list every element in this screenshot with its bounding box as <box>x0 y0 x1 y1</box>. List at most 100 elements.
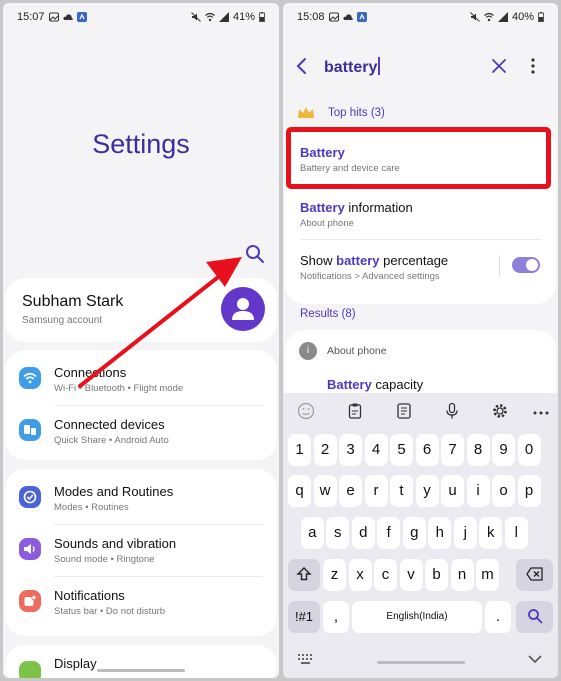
key-7[interactable]: 7 <box>441 434 464 466</box>
search-input[interactable]: battery <box>324 57 381 77</box>
gear-icon[interactable] <box>491 402 509 420</box>
status-time: 15:08 <box>297 11 325 23</box>
key-6[interactable]: 6 <box>415 434 439 466</box>
hit-battery-information[interactable]: Battery information About phone <box>285 186 556 238</box>
key-z[interactable]: z <box>323 559 346 591</box>
key-n[interactable]: n <box>450 559 474 591</box>
key-t[interactable]: t <box>390 475 413 507</box>
key-u[interactable]: u <box>441 475 464 507</box>
settings-item-display[interactable]: Display <box>5 645 277 678</box>
keyboard-hide-icon[interactable] <box>298 654 314 666</box>
key-w[interactable]: w <box>313 475 337 507</box>
microphone-icon[interactable] <box>443 402 461 420</box>
text-cursor <box>378 57 381 75</box>
close-icon[interactable] <box>491 58 507 74</box>
key-o[interactable]: o <box>492 475 515 507</box>
check-circle-icon <box>19 486 41 508</box>
battery-icon <box>538 12 544 22</box>
page-title: Settings <box>92 129 190 159</box>
item-subtitle: Quick Share • Android Auto <box>54 435 169 446</box>
key-9[interactable]: 9 <box>492 434 515 466</box>
period-key[interactable]: . <box>485 601 511 633</box>
signal-icon <box>218 12 229 22</box>
key-y[interactable]: y <box>415 475 439 507</box>
more-options-icon[interactable] <box>529 57 537 75</box>
key-3[interactable]: 3 <box>339 434 362 466</box>
key-j[interactable]: j <box>453 517 477 549</box>
settings-group-display: Display <box>5 645 277 678</box>
key-s[interactable]: s <box>326 517 350 549</box>
symbols-key[interactable]: !#1 <box>288 601 320 633</box>
key-1[interactable]: 1 <box>288 434 311 466</box>
gallery-icon <box>48 12 59 22</box>
key-4[interactable]: 4 <box>364 434 388 466</box>
chevron-down-icon[interactable] <box>528 654 542 664</box>
key-x[interactable]: x <box>348 559 372 591</box>
notes-icon[interactable] <box>395 402 413 420</box>
back-arrow-icon[interactable] <box>295 57 309 75</box>
item-title: Display <box>54 656 97 671</box>
settings-item-sounds-and-vibration[interactable]: Sounds and vibration Sound mode • Ringto… <box>5 524 277 576</box>
key-2[interactable]: 2 <box>313 434 337 466</box>
item-title: Notifications <box>54 588 125 603</box>
settings-item-connections[interactable]: Connections Wi-Fi • Bluetooth • Flight m… <box>5 353 277 405</box>
signal-icon <box>497 12 508 22</box>
key-5[interactable]: 5 <box>390 434 413 466</box>
settings-item-modes-and-routines[interactable]: Modes and Routines Modes • Routines <box>5 472 277 524</box>
battery-percent: 41% <box>232 11 255 23</box>
info-icon: i <box>299 342 317 360</box>
item-subtitle: Sound mode • Ringtone <box>54 554 155 565</box>
key-g[interactable]: g <box>402 517 426 549</box>
key-m[interactable]: m <box>476 559 499 591</box>
settings-item-notifications[interactable]: Notifications Status bar • Do not distur… <box>5 576 277 628</box>
home-indicator <box>376 661 465 664</box>
key-d[interactable]: d <box>351 517 375 549</box>
volume-icon <box>19 538 41 560</box>
key-l[interactable]: l <box>504 517 528 549</box>
key-i[interactable]: i <box>466 475 490 507</box>
key-0[interactable]: 0 <box>517 434 541 466</box>
key-r[interactable]: r <box>364 475 388 507</box>
shift-icon <box>296 567 312 581</box>
search-icon[interactable] <box>244 243 266 265</box>
item-subtitle: Wi-Fi • Bluetooth • Flight mode <box>54 383 184 394</box>
result-keyword: Battery <box>327 377 372 392</box>
hit-subtitle: Notifications > Advanced settings <box>300 271 440 282</box>
screenshot-frame: 15:07 41% Settings Subham Stark Samsung … <box>0 0 561 681</box>
avatar[interactable] <box>221 287 265 331</box>
key-c[interactable]: c <box>374 559 397 591</box>
key-a[interactable]: a <box>300 517 324 549</box>
battery-percentage-toggle[interactable] <box>512 257 540 273</box>
hit-title-rest: information <box>344 200 413 215</box>
result-battery-capacity[interactable]: Battery capacity <box>327 377 423 392</box>
toggle-separator <box>499 255 500 277</box>
key-b[interactable]: b <box>425 559 448 591</box>
settings-group-modes: Modes and Routines Modes • Routines Soun… <box>5 469 277 636</box>
backspace-key[interactable] <box>516 559 553 591</box>
key-p[interactable]: p <box>517 475 541 507</box>
emoji-icon[interactable] <box>297 402 315 420</box>
status-bar: 15:08 40% <box>283 3 558 31</box>
keyboard-search-key[interactable] <box>516 601 553 633</box>
results-label: Results (8) <box>300 308 356 320</box>
settings-group-connections: Connections Wi-Fi • Bluetooth • Flight m… <box>5 350 277 460</box>
mute-icon <box>191 12 201 22</box>
account-card[interactable]: Subham Stark Samsung account <box>5 278 277 342</box>
key-8[interactable]: 8 <box>466 434 490 466</box>
comma-key[interactable]: , <box>323 601 349 633</box>
settings-item-connected-devices[interactable]: Connected devices Quick Share • Android … <box>5 405 277 457</box>
key-k[interactable]: k <box>479 517 503 549</box>
key-e[interactable]: e <box>339 475 362 507</box>
settings-screen: 15:07 41% Settings Subham Stark Samsung … <box>3 3 279 678</box>
key-v[interactable]: v <box>399 559 423 591</box>
shift-key[interactable] <box>288 559 320 591</box>
key-q[interactable]: q <box>288 475 311 507</box>
space-key[interactable]: English(India) <box>352 601 482 633</box>
result-group-label: About phone <box>327 345 387 357</box>
cloud-icon <box>62 14 73 20</box>
key-h[interactable]: h <box>428 517 452 549</box>
more-icon[interactable] <box>532 402 550 420</box>
key-f[interactable]: f <box>377 517 401 549</box>
clipboard-icon[interactable] <box>346 402 364 420</box>
mute-icon <box>470 12 480 22</box>
